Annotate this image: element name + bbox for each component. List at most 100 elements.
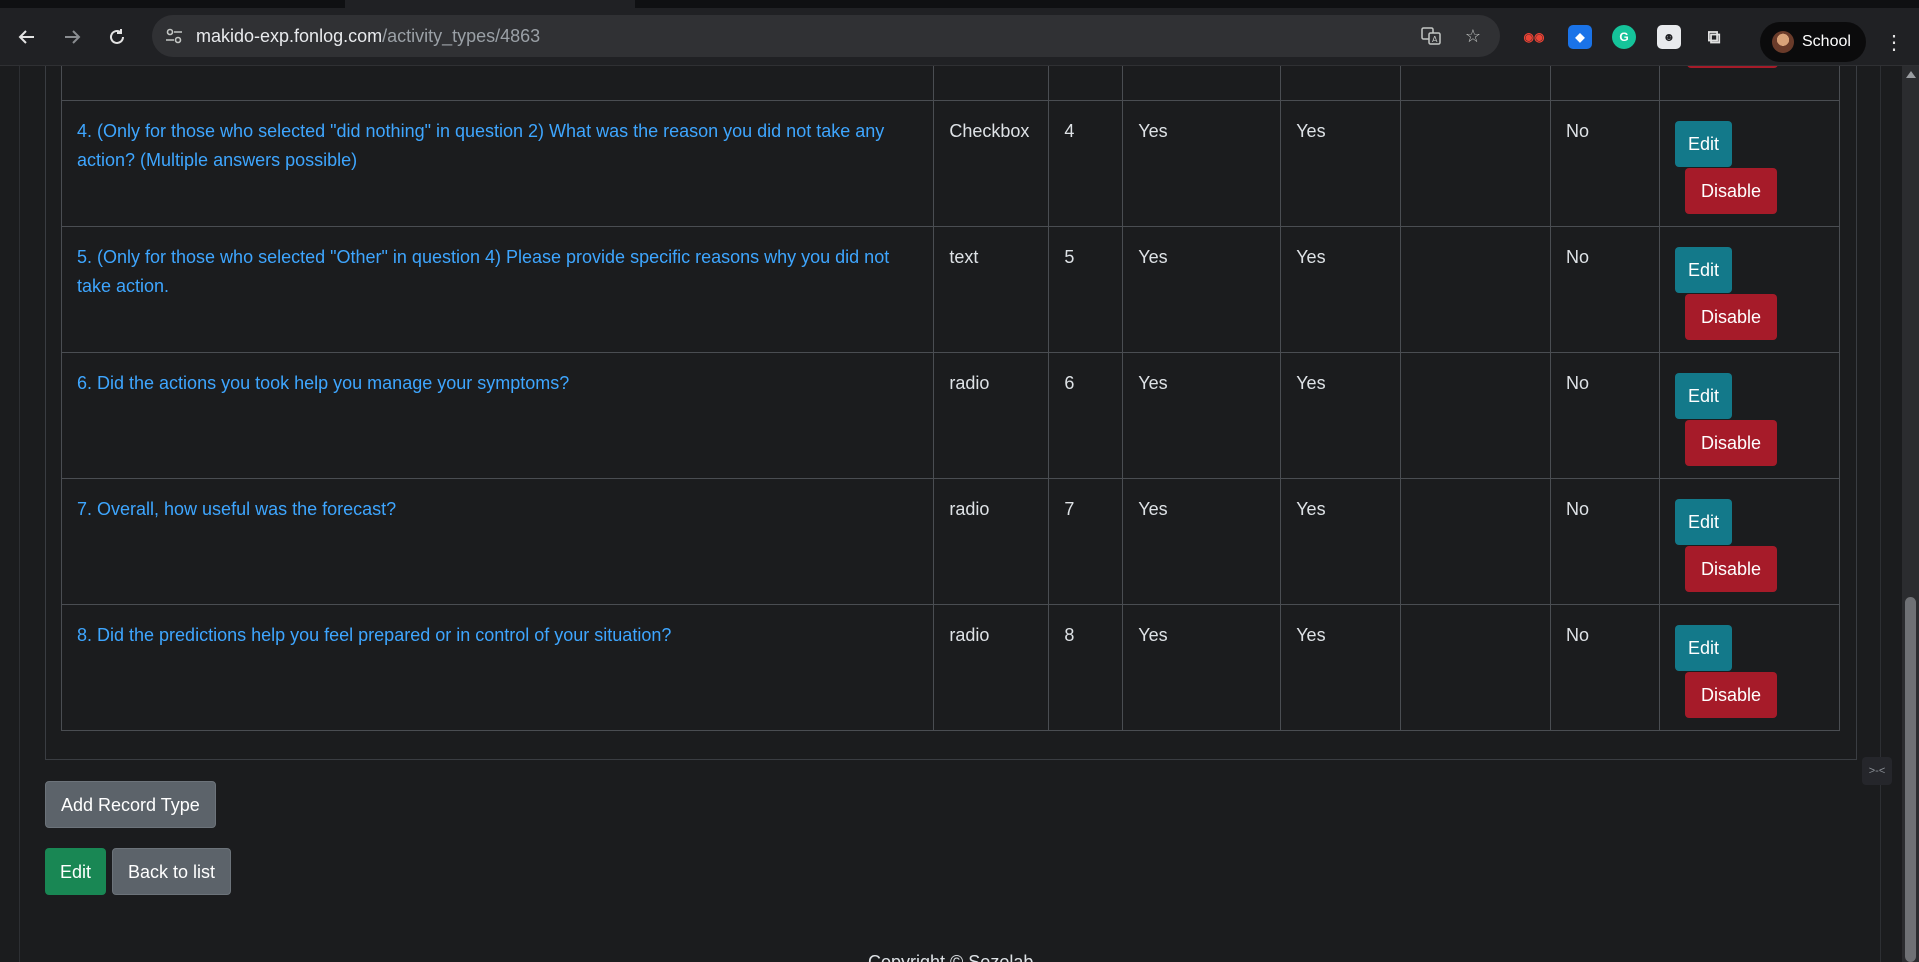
address-bar[interactable]: makido-exp.fonlog.com/activity_types/486…: [152, 15, 1500, 57]
back-icon[interactable]: [12, 22, 42, 52]
question-cell: 5. (Only for those who selected "Other" …: [60, 226, 935, 353]
edit-row-button[interactable]: Edit: [1674, 121, 1732, 167]
url-host: makido-exp.fonlog.com: [196, 26, 383, 46]
question-link[interactable]: 6. Did the actions you took help you man…: [77, 373, 569, 393]
flag-cell: Yes: [1122, 100, 1282, 227]
order-cell: 7: [1048, 478, 1124, 605]
actions-cell: Edit Disable: [1658, 226, 1841, 353]
page-scrollbar[interactable]: [1902, 66, 1919, 962]
site-settings-icon[interactable]: [164, 26, 184, 46]
url-path: /activity_types/4863: [382, 26, 541, 46]
scroll-up-icon[interactable]: [1906, 71, 1916, 78]
flag-cell: No: [1550, 352, 1660, 479]
edit-row-button[interactable]: Edit: [1674, 247, 1732, 293]
table-cell: [1048, 66, 1124, 101]
profile-avatar: [1772, 31, 1794, 53]
empty-cell: [1400, 604, 1552, 731]
disable-row-button[interactable]: Disable: [1684, 420, 1777, 466]
type-cell: radio: [933, 604, 1050, 731]
browser-menu-icon[interactable]: ⋮: [1884, 30, 1904, 55]
flag-cell: Yes: [1280, 478, 1402, 605]
flag-cell: No: [1550, 604, 1660, 731]
translate-icon[interactable]: A: [1420, 25, 1442, 47]
disable-row-button[interactable]: Disable: [1684, 294, 1777, 340]
bookmark-star-icon[interactable]: ☆: [1462, 25, 1484, 47]
extension-spy-icon[interactable]: ◉◉: [1522, 25, 1546, 49]
disable-row-button[interactable]: Disable: [1684, 672, 1777, 718]
browser-toolbar: makido-exp.fonlog.com/activity_types/486…: [0, 8, 1919, 66]
record-types-table: 4. (Only for those who selected "did not…: [60, 66, 1841, 731]
question-cell: 6. Did the actions you took help you man…: [60, 352, 935, 479]
reload-icon[interactable]: [102, 22, 132, 52]
grammarly-icon[interactable]: G: [1612, 25, 1636, 49]
flag-cell: Yes: [1280, 226, 1402, 353]
disable-row-button[interactable]: Disable: [1684, 546, 1777, 592]
flag-cell: Yes: [1122, 604, 1282, 731]
footer-copyright: Copyright © Sozolab: [868, 952, 1034, 962]
table-cell: [1658, 66, 1841, 101]
question-link[interactable]: 5. (Only for those who selected "Other" …: [77, 247, 889, 296]
actions-cell: Edit Disable: [1658, 100, 1841, 227]
order-cell: 6: [1048, 352, 1124, 479]
type-cell: text: [933, 226, 1050, 353]
table-cell: [60, 66, 935, 101]
extensions-puzzle-icon[interactable]: ⧉: [1702, 25, 1726, 49]
table-row: 5. (Only for those who selected "Other" …: [60, 226, 1841, 353]
edit-button[interactable]: Edit: [45, 848, 107, 895]
edit-row-button[interactable]: Edit: [1674, 373, 1732, 419]
question-link[interactable]: 4. (Only for those who selected "did not…: [77, 121, 884, 170]
table-row-partial: [60, 66, 1841, 101]
flag-cell: No: [1550, 478, 1660, 605]
flag-cell: Yes: [1122, 226, 1282, 353]
flag-cell: Yes: [1122, 478, 1282, 605]
disable-row-button-partial[interactable]: [1687, 66, 1778, 68]
question-cell: 7. Overall, how useful was the forecast?: [60, 478, 935, 605]
order-cell: 4: [1048, 100, 1124, 227]
tab[interactable]: [345, 0, 635, 8]
table-cell: [1400, 66, 1552, 101]
table-cell: [1122, 66, 1282, 101]
extension-avatar-icon[interactable]: ☻: [1657, 25, 1681, 49]
empty-cell: [1400, 100, 1552, 227]
flag-cell: No: [1550, 100, 1660, 227]
table-cell: [1280, 66, 1402, 101]
table-row: 4. (Only for those who selected "did not…: [60, 100, 1841, 227]
flag-cell: No: [1550, 226, 1660, 353]
table-cell: [1550, 66, 1660, 101]
url-text: makido-exp.fonlog.com/activity_types/486…: [196, 26, 540, 47]
profile-name: School: [1802, 33, 1851, 50]
table-row: 6. Did the actions you took help you man…: [60, 352, 1841, 479]
question-link[interactable]: 8. Did the predictions help you feel pre…: [77, 625, 671, 645]
question-cell: 4. (Only for those who selected "did not…: [60, 100, 935, 227]
back-to-list-button[interactable]: Back to list: [112, 848, 232, 895]
flag-cell: Yes: [1280, 352, 1402, 479]
collapse-panel-icon[interactable]: >-<: [1862, 757, 1892, 785]
tab-strip: [0, 0, 1919, 8]
flag-cell: Yes: [1122, 352, 1282, 479]
actions-cell: Edit Disable: [1658, 478, 1841, 605]
scrollbar-thumb[interactable]: [1905, 597, 1916, 962]
question-cell: 8. Did the predictions help you feel pre…: [60, 604, 935, 731]
disable-row-button[interactable]: Disable: [1684, 168, 1777, 214]
extension-shield-icon[interactable]: ◆: [1568, 25, 1592, 49]
type-cell: Checkbox: [933, 100, 1050, 227]
table-row: 7. Overall, how useful was the forecast?…: [60, 478, 1841, 605]
profile-button[interactable]: School: [1760, 22, 1866, 62]
tab-strip-background: [640, 0, 1919, 8]
add-record-type-button[interactable]: Add Record Type: [45, 781, 216, 828]
question-link[interactable]: 7. Overall, how useful was the forecast?: [77, 499, 396, 519]
forward-icon[interactable]: [57, 22, 87, 52]
empty-cell: [1400, 352, 1552, 479]
table-cell: [933, 66, 1050, 101]
empty-cell: [1400, 226, 1552, 353]
edit-row-button[interactable]: Edit: [1674, 499, 1732, 545]
actions-cell: Edit Disable: [1658, 352, 1841, 479]
svg-text:A: A: [1432, 35, 1438, 44]
actions-cell: Edit Disable: [1658, 604, 1841, 731]
edit-row-button[interactable]: Edit: [1674, 625, 1732, 671]
type-cell: radio: [933, 352, 1050, 479]
page-content: 4. (Only for those who selected "did not…: [0, 66, 1902, 962]
order-cell: 8: [1048, 604, 1124, 731]
flag-cell: Yes: [1280, 604, 1402, 731]
type-cell: radio: [933, 478, 1050, 605]
